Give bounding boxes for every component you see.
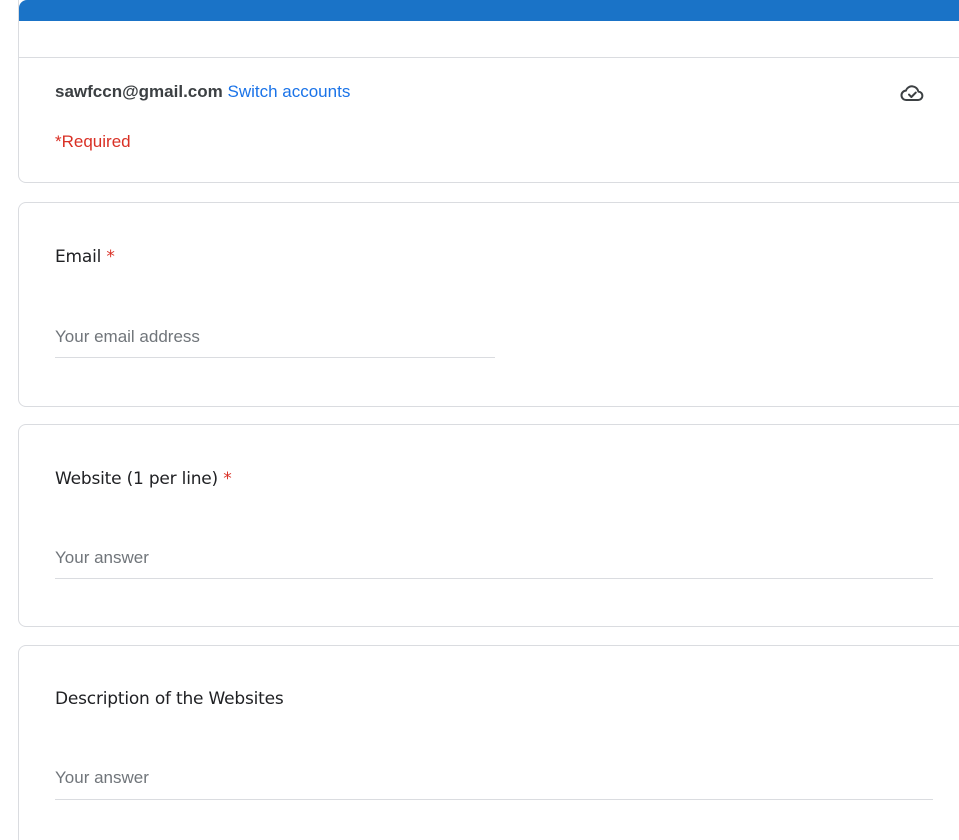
question-card-website: Website (1 per line) * [18, 424, 959, 627]
question-title-email: Email * [55, 247, 115, 267]
question-title-text: Description of the Websites [55, 689, 284, 709]
question-card-email: Email * [18, 202, 959, 407]
account-email: sawfccn@gmail.com [55, 82, 223, 101]
question-title-description: Description of the Websites [55, 689, 284, 709]
question-title-text: Email [55, 247, 102, 267]
account-row: sawfccn@gmail.com Switch accounts [55, 82, 350, 102]
form-title-area [19, 21, 959, 58]
form-header-card: sawfccn@gmail.com Switch accounts *Requi… [18, 0, 959, 183]
required-note: *Required [55, 132, 131, 151]
required-asterisk: * [223, 469, 232, 489]
required-asterisk: * [106, 247, 115, 267]
switch-accounts-link[interactable]: Switch accounts [227, 82, 350, 101]
question-card-description: Description of the Websites [18, 645, 959, 840]
question-title-website: Website (1 per line) * [55, 469, 232, 489]
email-input[interactable] [55, 325, 495, 358]
question-title-text: Website (1 per line) [55, 469, 218, 489]
description-input[interactable] [55, 766, 933, 800]
cloud-check-icon[interactable] [900, 82, 924, 104]
form-accent-bar [19, 0, 959, 21]
website-input[interactable] [55, 547, 933, 579]
